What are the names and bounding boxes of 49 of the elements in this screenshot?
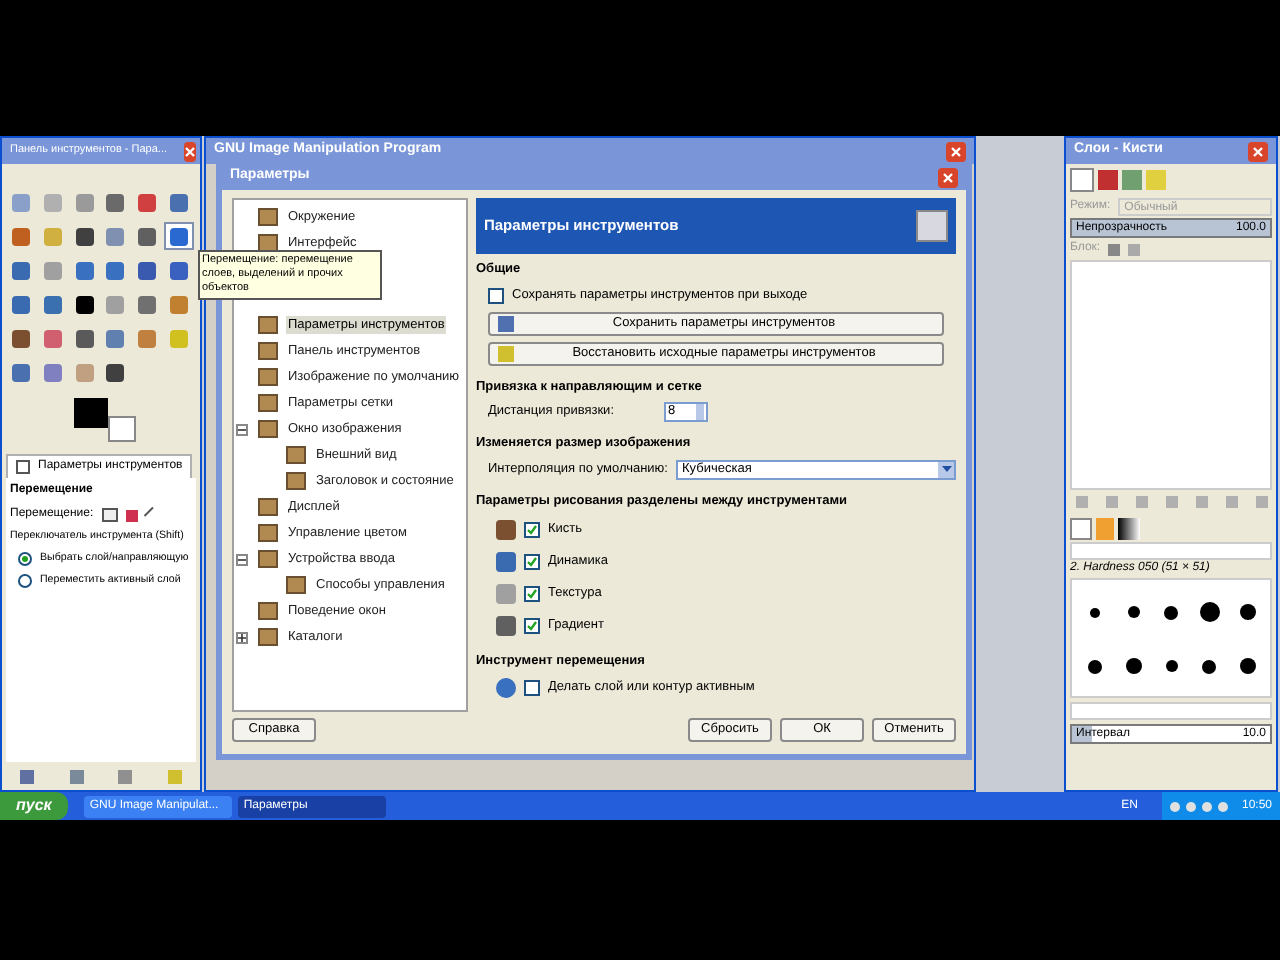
save-icon[interactable] (19, 769, 34, 783)
foreground-color-swatch[interactable] (74, 398, 108, 428)
brush-lock-icon[interactable] (1108, 243, 1121, 255)
close-icon (1252, 145, 1264, 157)
close-button[interactable] (938, 167, 958, 187)
spinner-icon (696, 404, 704, 421)
start-button[interactable]: пуск (0, 792, 68, 820)
layer-mode-icon[interactable] (101, 508, 118, 522)
brush-preview[interactable] (1165, 660, 1177, 672)
brush-preview[interactable] (1164, 605, 1178, 619)
brush-preview[interactable] (1088, 659, 1102, 673)
expander-icon[interactable] (236, 423, 248, 435)
close-icon (942, 171, 954, 183)
close-icon (183, 145, 196, 157)
selection-mode-icon[interactable] (125, 509, 138, 521)
radio-button[interactable] (18, 574, 32, 589)
brush-preview[interactable] (1239, 604, 1255, 620)
close-button[interactable] (946, 141, 966, 161)
restore-icon (498, 345, 514, 361)
checkbox[interactable] (524, 586, 540, 603)
checkbox[interactable] (524, 618, 540, 635)
expander-icon[interactable] (236, 631, 248, 643)
close-button[interactable] (183, 141, 196, 161)
checkbox[interactable] (524, 522, 540, 539)
save-icon (498, 315, 514, 331)
paint-option-icon (496, 520, 516, 541)
brush-preview[interactable] (1125, 658, 1141, 674)
brush-preview[interactable] (1127, 606, 1139, 618)
tag-field[interactable] (1070, 542, 1272, 560)
checkbox[interactable] (524, 554, 540, 571)
checkbox[interactable] (488, 287, 504, 304)
expander-icon[interactable] (236, 553, 248, 565)
paint-option-icon (496, 616, 516, 637)
restore-icon[interactable] (69, 769, 84, 783)
delete-icon[interactable] (118, 769, 133, 783)
paint-option-icon (496, 552, 516, 573)
checkbox[interactable] (524, 679, 540, 695)
brush-preview[interactable] (1239, 658, 1255, 674)
paint-option-icon (496, 584, 516, 605)
radio-button[interactable] (18, 552, 32, 567)
brush-preview[interactable] (1202, 659, 1216, 673)
gradients-tab-icon[interactable] (1118, 517, 1140, 539)
layers-tab-icon[interactable] (1070, 168, 1094, 192)
brush-preview[interactable] (1090, 607, 1100, 617)
close-icon (950, 145, 962, 157)
dropdown-arrow-icon (938, 462, 954, 478)
close-button[interactable] (1248, 141, 1268, 161)
background-color-swatch[interactable] (108, 416, 136, 442)
brushes-tab-icon[interactable] (1070, 517, 1092, 539)
